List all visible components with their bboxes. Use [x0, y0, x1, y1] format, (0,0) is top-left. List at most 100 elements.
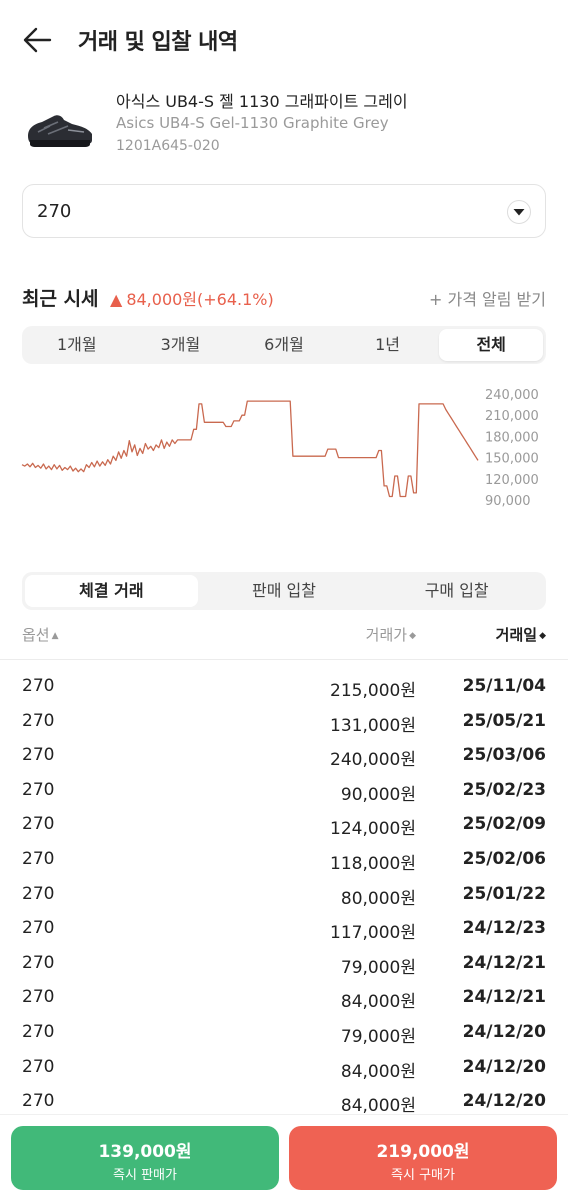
row-price: 80,000원 — [340, 888, 416, 909]
recent-price-title: 최근 시세 — [22, 288, 99, 310]
page-title: 거래 및 입찰 내역 — [78, 30, 238, 55]
table-row: 270 80,000원 25/01/22 — [0, 876, 568, 911]
row-option: 270 — [22, 710, 55, 731]
chevron-down-icon — [507, 200, 531, 224]
price-alert-link[interactable]: + 가격 알림 받기 — [429, 286, 546, 310]
bottom-action-bar: 139,000원 즉시 판매가 219,000원 즉시 구매가 — [0, 1114, 568, 1200]
row-price: 84,000원 — [340, 1061, 416, 1082]
row-option: 270 — [22, 883, 55, 904]
row-option: 270 — [22, 1056, 55, 1077]
tab-3-months[interactable]: 3개월 — [129, 329, 233, 361]
row-option: 270 — [22, 848, 55, 869]
table-row: 270 90,000원 25/02/23 — [0, 772, 568, 807]
column-option-label: 옵션 — [22, 626, 50, 644]
row-price: 117,000원 — [330, 923, 416, 944]
back-button[interactable] — [18, 22, 58, 58]
product-name-english: Asics UB4-S Gel-1130 Graphite Grey — [116, 114, 389, 132]
row-price: 79,000원 — [340, 957, 416, 978]
table-header: 옵션 ▲ 거래가 ◆ 거래일 ◆ — [0, 620, 568, 660]
instant-sell-price: 139,000원 — [98, 1142, 192, 1162]
row-date: 25/03/06 — [462, 745, 546, 766]
instant-sell-button[interactable]: 139,000원 즉시 판매가 — [11, 1126, 279, 1190]
trade-tabs: 체결 거래 판매 입찰 구매 입찰 — [22, 572, 546, 610]
table-row: 270 79,000원 24/12/21 — [0, 945, 568, 980]
y-tick-label: 120,000 — [485, 473, 539, 488]
sort-icon: ◆ — [539, 631, 546, 641]
row-option: 270 — [22, 779, 55, 800]
sort-icon: ◆ — [409, 631, 416, 641]
row-date: 25/11/04 — [462, 676, 546, 696]
row-date: 25/02/09 — [462, 814, 546, 835]
table-row: 270 118,000원 25/02/06 — [0, 841, 568, 876]
table-row: 270 84,000원 24/12/21 — [0, 979, 568, 1014]
row-price: 84,000원 — [340, 1096, 416, 1117]
row-option: 270 — [22, 987, 55, 1008]
tab-1-year[interactable]: 1년 — [336, 329, 440, 361]
row-date: 25/01/22 — [462, 883, 546, 904]
product-model-code: 1201A645-020 — [116, 138, 220, 154]
tab-completed-trades[interactable]: 체결 거래 — [25, 575, 198, 607]
row-date: 24/12/23 — [462, 918, 546, 939]
row-option: 270 — [22, 676, 55, 696]
tab-1-month[interactable]: 1개월 — [25, 329, 129, 361]
price-change: ▲ 84,000원(+64.1%) — [110, 286, 274, 310]
table-row: 270 84,000원 24/12/20 — [0, 1083, 568, 1118]
price-history-chart: 240,000 210,000 180,000 150,000 120,000 90,00… — [0, 376, 568, 526]
table-row: 270 215,000원 25/11/04 — [0, 668, 568, 703]
row-date: 25/02/23 — [462, 779, 546, 800]
tab-all[interactable]: 전체 — [439, 329, 543, 361]
arrow-left-icon — [23, 27, 52, 53]
instant-buy-price: 219,000원 — [376, 1142, 470, 1162]
y-tick-label: 180,000 — [485, 430, 539, 445]
column-date-label: 거래일 — [495, 626, 538, 644]
row-price: 118,000원 — [330, 853, 416, 874]
y-tick-label: 150,000 — [485, 452, 539, 467]
row-price: 131,000원 — [330, 715, 416, 736]
triangle-up-icon: ▲ — [110, 290, 123, 309]
size-select-value: 270 — [37, 201, 72, 222]
tab-sell-bids[interactable]: 판매 입찰 — [198, 575, 371, 607]
table-row: 270 117,000원 24/12/23 — [0, 910, 568, 945]
column-price-label: 거래가 — [365, 626, 408, 644]
row-option: 270 — [22, 745, 55, 766]
row-option: 270 — [22, 952, 55, 973]
row-price: 215,000원 — [330, 681, 416, 701]
table-row: 270 79,000원 24/12/20 — [0, 1014, 568, 1049]
row-date: 24/12/21 — [462, 987, 546, 1008]
row-price: 124,000원 — [330, 819, 416, 840]
row-option: 270 — [22, 918, 55, 939]
y-tick-label: 90,000 — [485, 494, 531, 509]
y-tick-label: 210,000 — [485, 409, 539, 424]
row-date: 25/02/06 — [462, 848, 546, 869]
tab-6-months[interactable]: 6개월 — [232, 329, 336, 361]
row-option: 270 — [22, 814, 55, 835]
column-price-header[interactable]: 거래가 ◆ — [366, 624, 416, 645]
product-name-korean: 아식스 UB4-S 젤 1130 그래파이트 그레이 — [116, 92, 408, 111]
row-date: 25/05/21 — [462, 710, 546, 731]
column-option-header[interactable]: 옵션 ▲ — [22, 624, 59, 645]
row-date: 24/12/20 — [462, 1021, 546, 1042]
row-option: 270 — [22, 1021, 55, 1042]
instant-buy-button[interactable]: 219,000원 즉시 구매가 — [289, 1126, 557, 1190]
price-chart-svg: 240,000 210,000 180,000 150,000 120,000 90,00… — [21, 388, 539, 509]
row-date: 24/12/20 — [462, 1056, 546, 1077]
table-row: 270 131,000원 25/05/21 — [0, 703, 568, 738]
row-option: 270 — [22, 1091, 55, 1112]
recent-price-header: 최근 시세 ▲ 84,000원(+64.1%) + 가격 알림 받기 — [0, 280, 568, 314]
period-tabs: 1개월 3개월 6개월 1년 전체 — [22, 326, 546, 364]
instant-buy-label: 즉시 구매가 — [391, 1168, 455, 1183]
row-date: 24/12/21 — [462, 952, 546, 973]
size-select[interactable]: 270 — [22, 184, 546, 238]
row-price: 79,000원 — [340, 1026, 416, 1047]
table-row: 270 240,000원 25/03/06 — [0, 737, 568, 772]
y-tick-label: 240,000 — [485, 388, 539, 403]
tab-buy-bids[interactable]: 구매 입찰 — [370, 575, 543, 607]
column-date-header[interactable]: 거래일 ◆ — [496, 624, 546, 645]
instant-sell-label: 즉시 판매가 — [113, 1168, 177, 1183]
trade-list: 270 215,000원 25/11/04 270 131,000원 25/05/21 27… — [0, 668, 568, 1118]
product-image[interactable] — [24, 106, 96, 150]
table-row: 270 124,000원 25/02/09 — [0, 806, 568, 841]
table-row: 270 84,000원 24/12/20 — [0, 1049, 568, 1084]
header: 거래 및 입찰 내역 — [0, 0, 568, 78]
sneaker-icon — [28, 115, 92, 147]
